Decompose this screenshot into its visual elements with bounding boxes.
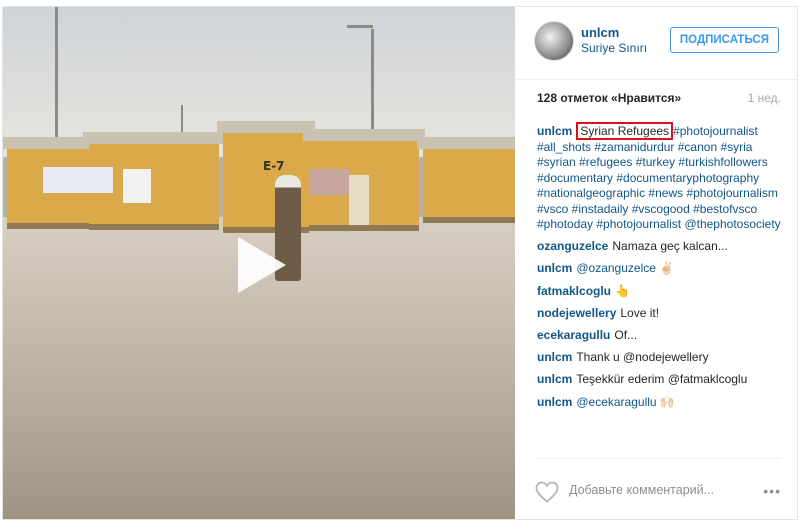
comment-text: Of...	[614, 327, 638, 342]
comment-author[interactable]: unlcm	[537, 395, 572, 409]
likes-count[interactable]: 128 отметок «Нравится»	[537, 91, 681, 105]
instagram-post: E-7 unlcm Suriye Sınırı ПОДПИСАТЬСЯ 128 …	[2, 6, 798, 520]
comment-text: @ecekaragullu 🙌🏻	[576, 394, 675, 409]
play-icon	[238, 237, 286, 293]
comment-author[interactable]: ozanguzelce	[537, 239, 608, 253]
comment: unlcm @ecekaragullu 🙌🏻	[537, 395, 782, 411]
caption-author[interactable]: unlcm	[537, 124, 572, 138]
more-options-button[interactable]: •••	[763, 483, 781, 499]
laundry	[123, 169, 151, 203]
laundry	[43, 167, 113, 193]
comment-author[interactable]: ecekaragullu	[537, 328, 610, 342]
post-video[interactable]: E-7	[3, 7, 515, 519]
play-button[interactable]	[223, 227, 303, 307]
comment-author[interactable]: fatmaklcoglu	[537, 284, 611, 298]
comment-text: Teşekkür ederim @fatmaklcoglu	[576, 372, 748, 387]
comment: unlcm Thank u @nodejewellery	[537, 350, 782, 366]
username-link[interactable]: unlcm	[581, 25, 619, 40]
caption: unlcm Syrian Refugees #photojournalist #al…	[537, 122, 782, 233]
comment-author[interactable]: unlcm	[537, 372, 572, 386]
highlighted-caption-text: Syrian Refugees	[576, 122, 674, 140]
comment: nodejewellery Love it!	[537, 306, 782, 322]
comment-text: Thank u @nodejewellery	[576, 350, 709, 365]
comment: ecekaragullu Of...	[537, 328, 782, 344]
comment-author[interactable]: nodejewellery	[537, 306, 616, 320]
comment-author[interactable]: unlcm	[537, 261, 572, 275]
follow-button[interactable]: ПОДПИСАТЬСЯ	[669, 27, 779, 53]
container-cabin	[417, 137, 515, 223]
comment: fatmaklcoglu 👆	[537, 284, 782, 300]
comment-text: @ozanguzelce ✌🏻	[576, 261, 675, 276]
comment-author[interactable]: unlcm	[537, 350, 572, 364]
location-link[interactable]: Suriye Sınırı	[581, 41, 647, 55]
comments-list: unlcm Syrian Refugees #photojournalist #al…	[537, 122, 782, 417]
caption-hashtags[interactable]: #photojournalist #all_shots #zamanidurdu…	[537, 124, 781, 231]
post-header: unlcm Suriye Sınırı ПОДПИСАТЬСЯ	[515, 7, 797, 80]
laundry	[309, 169, 349, 195]
comment: unlcm Teşekkür ederim @fatmaklcoglu	[537, 372, 782, 388]
comment-text: Namaza geç kalcan...	[612, 239, 728, 254]
light-pole-arm	[347, 25, 373, 28]
post-time[interactable]: 1 нед.	[748, 91, 781, 105]
comment: ozanguzelce Namaza geç kalcan...	[537, 239, 782, 255]
comment: unlcm @ozanguzelce ✌🏻	[537, 261, 782, 277]
add-comment-input[interactable]: Добавьте комментарий...	[569, 483, 714, 497]
comment-text: Love it!	[620, 305, 660, 320]
heart-icon[interactable]	[535, 481, 559, 503]
post-side-panel: unlcm Suriye Sınırı ПОДПИСАТЬСЯ 128 отме…	[515, 7, 797, 519]
cabin-sign: E-7	[263, 159, 285, 173]
light-pole	[371, 29, 374, 139]
divider	[535, 458, 781, 459]
comment-text: 👆	[615, 283, 630, 298]
avatar[interactable]	[534, 21, 574, 61]
